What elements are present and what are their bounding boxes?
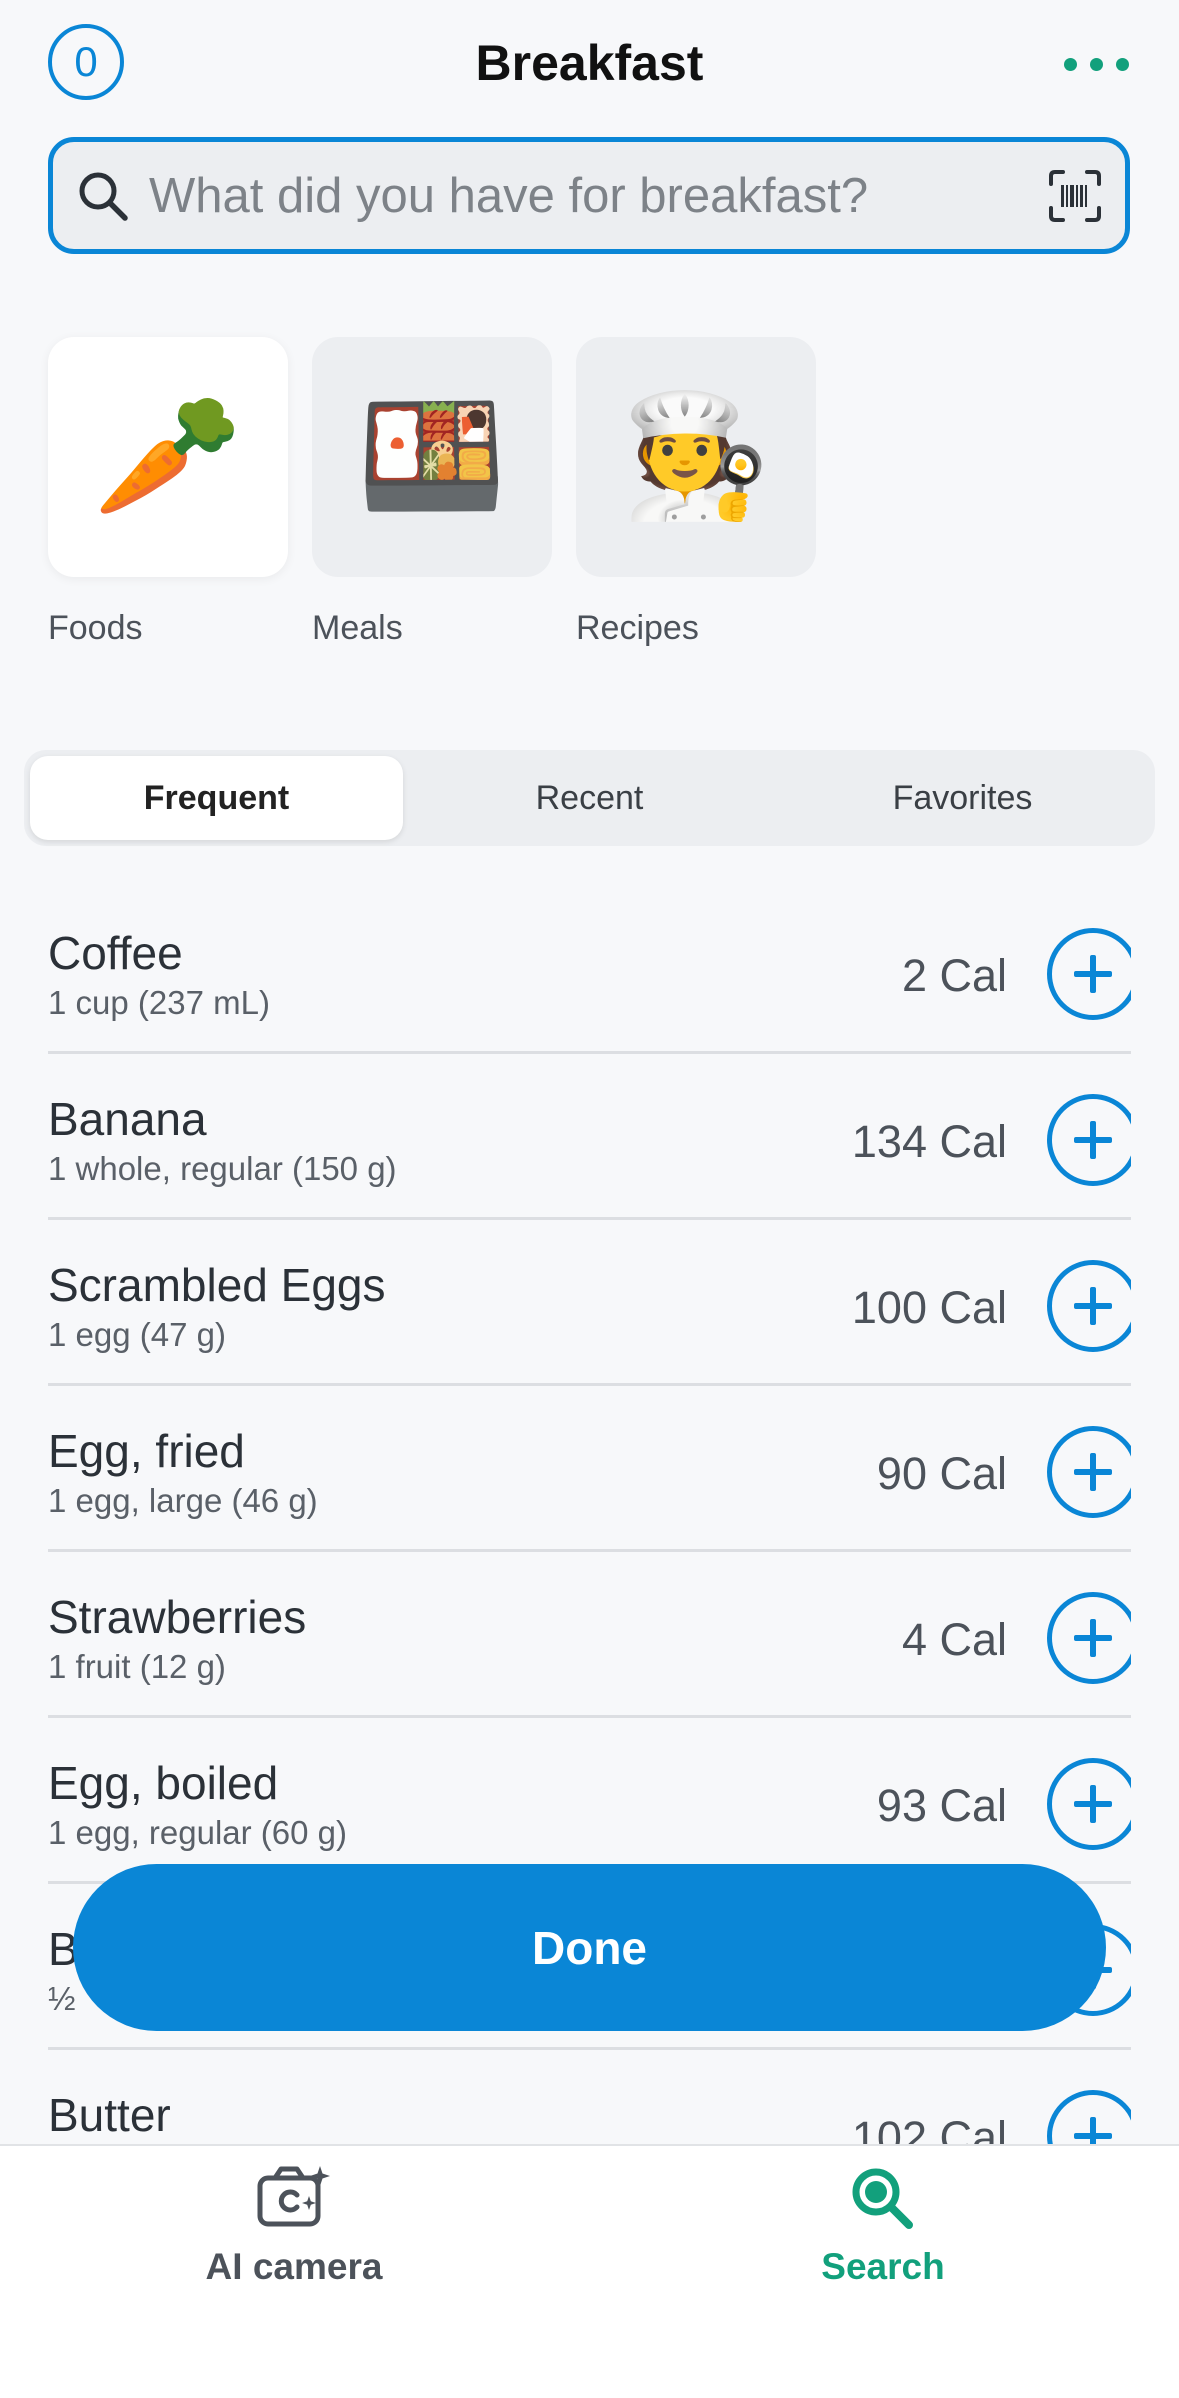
page-title: Breakfast [475, 35, 704, 91]
add-food-button[interactable] [1047, 1260, 1131, 1352]
food-row[interactable]: Strawberries 1 fruit (12 g) 4 Cal [48, 1552, 1131, 1718]
category-label: Meals [312, 609, 403, 647]
category-foods[interactable]: 🥕 Foods [48, 337, 288, 648]
add-food-button[interactable] [1047, 928, 1131, 1020]
food-calories: 93 Cal [876, 1780, 1007, 1831]
food-serving: 1 fruit (12 g) [48, 1648, 226, 1685]
add-food-button[interactable] [1047, 1758, 1131, 1850]
bottom-tab-bar: AI camera Search [0, 2144, 1179, 2398]
food-name: Egg, fried [48, 1425, 245, 1477]
food-calories: 4 Cal [901, 1614, 1007, 1665]
tab-recent[interactable]: Recent [403, 756, 776, 840]
food-row[interactable]: Butter 102 Cal [48, 2050, 1131, 2144]
filter-segmented-control: Frequent Recent Favorites [24, 750, 1155, 846]
food-calories: 102 Cal [851, 2112, 1007, 2144]
food-calories: 100 Cal [851, 1282, 1007, 1333]
search-bar[interactable] [48, 137, 1130, 254]
food-calories: 2 Cal [901, 950, 1007, 1001]
category-recipes[interactable]: 🧑‍🍳 Recipes [576, 337, 816, 648]
done-button[interactable]: Done [73, 1864, 1106, 2031]
food-row[interactable]: Egg, fried 1 egg, large (46 g) 90 Cal [48, 1386, 1131, 1552]
category-meals[interactable]: 🍱 Meals [312, 337, 552, 648]
food-row[interactable]: Scrambled Eggs 1 egg (47 g) 100 Cal [48, 1220, 1131, 1386]
tab-label: AI camera [205, 2246, 383, 2287]
barcode-scan-icon[interactable] [1047, 168, 1103, 224]
food-serving: 1 egg (47 g) [48, 1316, 226, 1353]
add-food-button[interactable] [1047, 1592, 1131, 1684]
search-input[interactable] [147, 166, 1047, 225]
food-calories: 90 Cal [876, 1448, 1007, 1499]
food-serving: 1 cup (237 mL) [48, 984, 270, 1021]
add-food-button[interactable] [1047, 1426, 1131, 1518]
tab-label: Search [821, 2246, 945, 2287]
food-serving: 1 egg, large (46 g) [48, 1482, 318, 1519]
tab-ai-camera[interactable]: AI camera [134, 2164, 454, 2288]
tab-favorites[interactable]: Favorites [776, 756, 1149, 840]
carrot-icon: 🥕 [48, 337, 288, 577]
tab-search[interactable]: Search [723, 2164, 1043, 2288]
bento-box-icon: 🍱 [312, 337, 552, 577]
ai-camera-icon [257, 2166, 330, 2227]
food-name: Scrambled Eggs [48, 1259, 386, 1311]
food-serving: ½ [48, 1980, 76, 2017]
category-label: Foods [48, 609, 143, 647]
food-row[interactable]: Banana 1 whole, regular (150 g) 134 Cal [48, 1054, 1131, 1220]
category-label: Recipes [576, 609, 699, 647]
chef-icon: 🧑‍🍳 [576, 337, 816, 577]
add-food-button[interactable] [1047, 1094, 1131, 1186]
food-name: Butter [48, 2089, 171, 2141]
food-row[interactable]: Coffee 1 cup (237 mL) 2 Cal [48, 888, 1131, 1054]
header: 0 Breakfast [0, 0, 1179, 130]
more-options-icon[interactable] [1064, 58, 1129, 71]
search-icon [79, 172, 128, 221]
food-calories: 134 Cal [851, 1116, 1007, 1167]
add-food-button[interactable] [1047, 2090, 1131, 2144]
food-name: Banana [48, 1093, 207, 1145]
search-icon [852, 2168, 913, 2229]
food-name: Egg, boiled [48, 1757, 279, 1809]
food-serving: 1 whole, regular (150 g) [48, 1150, 397, 1187]
food-name: Coffee [48, 927, 183, 979]
food-serving: 1 egg, regular (60 g) [48, 1814, 348, 1851]
food-row[interactable]: Egg, boiled 1 egg, regular (60 g) 93 Cal [48, 1718, 1131, 1884]
food-name: Strawberries [48, 1591, 307, 1643]
tab-frequent[interactable]: Frequent [30, 756, 403, 840]
